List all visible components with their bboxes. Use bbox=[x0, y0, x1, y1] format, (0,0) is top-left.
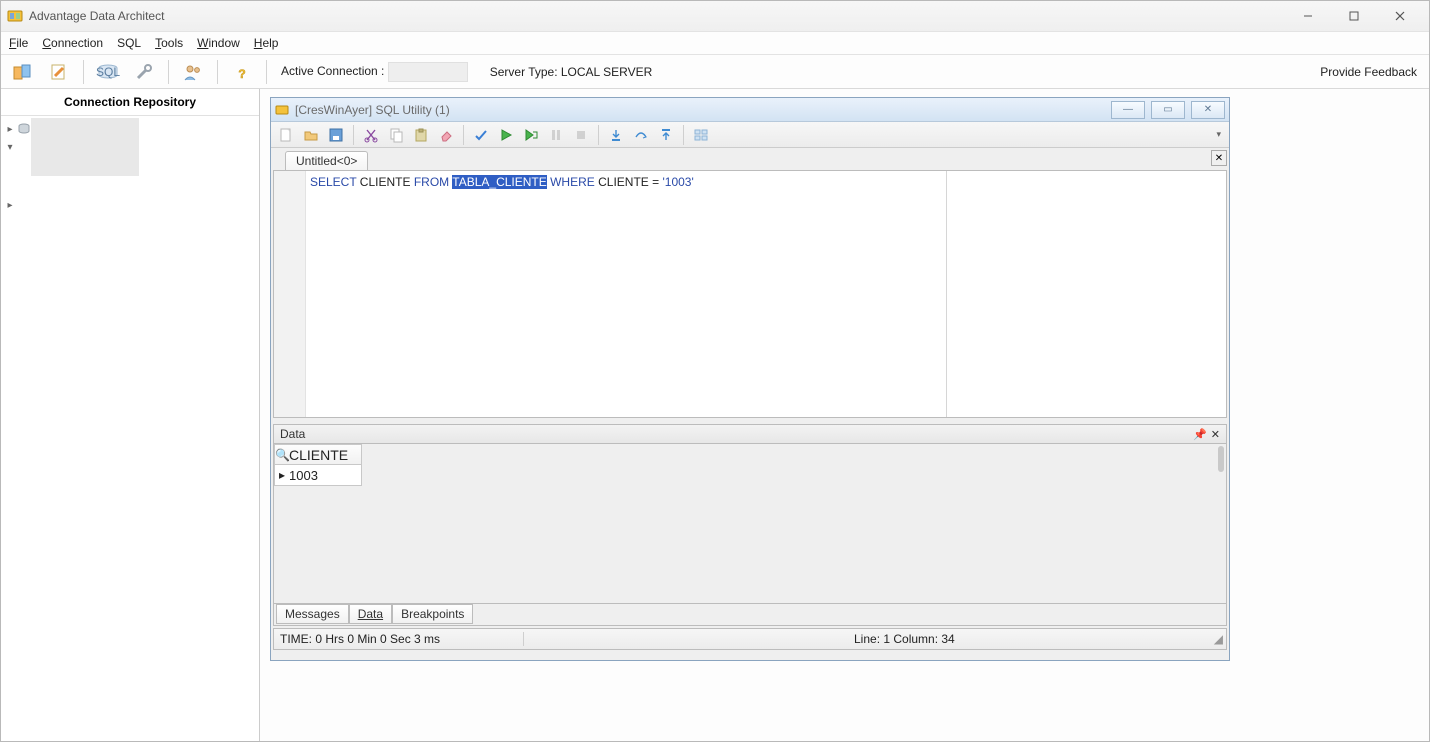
pause-icon[interactable] bbox=[545, 124, 567, 146]
toolbar-new-connection-icon[interactable] bbox=[7, 58, 39, 86]
step-over-icon[interactable] bbox=[630, 124, 652, 146]
result-grid[interactable]: 🔍 CLIENTE ▸ 1003 bbox=[274, 444, 362, 486]
chevron-right-icon[interactable]: ▸ bbox=[5, 200, 15, 211]
search-icon[interactable]: 🔍 bbox=[275, 448, 289, 462]
sql-utility-window: [CresWinAyer] SQL Utility (1) — ▭ ✕ bbox=[270, 97, 1230, 661]
editor-gutter bbox=[274, 171, 306, 417]
open-file-icon[interactable] bbox=[300, 124, 322, 146]
toolbar-users-icon[interactable] bbox=[177, 58, 209, 86]
result-column-header[interactable]: 🔍 CLIENTE bbox=[275, 445, 361, 465]
check-syntax-icon[interactable] bbox=[470, 124, 492, 146]
minimize-button[interactable] bbox=[1285, 1, 1331, 31]
toolbar-tools-icon[interactable] bbox=[128, 58, 160, 86]
child-app-icon bbox=[275, 103, 289, 117]
paste-icon[interactable] bbox=[410, 124, 432, 146]
new-file-icon[interactable] bbox=[275, 124, 297, 146]
cut-icon[interactable] bbox=[360, 124, 382, 146]
maximize-button[interactable] bbox=[1331, 1, 1377, 31]
child-title-text: [CresWinAyer] SQL Utility (1) bbox=[295, 103, 450, 117]
status-cursor-pos: Line: 1 Column: 34 bbox=[848, 632, 1210, 646]
editor-margin-line bbox=[946, 171, 947, 417]
sql-editor[interactable]: SELECT CLIENTE FROM TABLA_CLIENTE WHERE … bbox=[273, 170, 1227, 418]
menu-help[interactable]: Help bbox=[254, 36, 279, 50]
sidebar-title: Connection Repository bbox=[1, 89, 259, 116]
chevron-right-icon[interactable]: ▸ bbox=[5, 124, 15, 135]
options-icon[interactable] bbox=[690, 124, 712, 146]
child-close-button[interactable]: ✕ bbox=[1191, 101, 1225, 119]
child-titlebar: [CresWinAyer] SQL Utility (1) — ▭ ✕ bbox=[271, 98, 1229, 122]
pin-icon[interactable]: 📌 bbox=[1193, 428, 1207, 441]
tree-item-collapsed-2[interactable]: ▸ bbox=[3, 196, 257, 214]
menu-file[interactable]: File bbox=[9, 36, 28, 50]
server-type-label: Server Type: LOCAL SERVER bbox=[490, 65, 653, 79]
panel-close-icon[interactable]: ✕ bbox=[1211, 428, 1220, 441]
menu-sql[interactable]: SQL bbox=[117, 36, 141, 50]
result-row[interactable]: ▸ 1003 bbox=[275, 465, 361, 485]
data-scrollbar[interactable] bbox=[1218, 446, 1224, 472]
titlebar: Advantage Data Architect bbox=[1, 1, 1429, 31]
active-connection-value[interactable] bbox=[388, 62, 468, 82]
provide-feedback-link[interactable]: Provide Feedback bbox=[1320, 65, 1417, 79]
child-maximize-button[interactable]: ▭ bbox=[1151, 101, 1185, 119]
toolbar-overflow-icon[interactable]: ▾ bbox=[1216, 129, 1225, 140]
data-panel-header: Data 📌 ✕ bbox=[273, 424, 1227, 444]
copy-icon[interactable] bbox=[385, 124, 407, 146]
selected-text: TABLA_CLIENTE bbox=[452, 175, 546, 189]
editor-tab-untitled[interactable]: Untitled<0> bbox=[285, 151, 368, 170]
editor-code[interactable]: SELECT CLIENTE FROM TABLA_CLIENTE WHERE … bbox=[306, 171, 1226, 417]
menu-connection[interactable]: Connection bbox=[42, 36, 103, 50]
erase-icon[interactable] bbox=[435, 124, 457, 146]
menu-window[interactable]: Window bbox=[197, 36, 240, 50]
step-into-icon[interactable] bbox=[605, 124, 627, 146]
status-time: TIME: 0 Hrs 0 Min 0 Sec 3 ms bbox=[274, 632, 524, 646]
tab-messages[interactable]: Messages bbox=[276, 604, 349, 624]
editor-tab-strip: Untitled<0> ✕ bbox=[271, 148, 1229, 170]
tab-breakpoints[interactable]: Breakpoints bbox=[392, 604, 473, 624]
run-icon[interactable] bbox=[495, 124, 517, 146]
stop-icon[interactable] bbox=[570, 124, 592, 146]
data-panel-title: Data bbox=[280, 427, 305, 441]
main-toolbar: SQL ? Active Connection : Server Type: L… bbox=[1, 55, 1429, 89]
database-icon bbox=[17, 122, 31, 136]
save-icon[interactable] bbox=[325, 124, 347, 146]
active-connection-label: Active Connection : bbox=[281, 62, 468, 82]
connection-tree: ▸ ADTDemoData ▾ ▸ bbox=[1, 116, 259, 218]
resize-grip-icon[interactable]: ◢ bbox=[1210, 632, 1226, 646]
toolbar-sql-icon[interactable]: SQL bbox=[92, 58, 124, 86]
bottom-tab-strip: Messages Data Breakpoints bbox=[273, 604, 1227, 626]
row-pointer-icon: ▸ bbox=[275, 468, 289, 482]
menubar: File Connection SQL Tools Window Help bbox=[1, 31, 1429, 55]
workspace: [CresWinAyer] SQL Utility (1) — ▭ ✕ bbox=[260, 89, 1429, 741]
app-title: Advantage Data Architect bbox=[29, 9, 164, 23]
body: Connection Repository ▸ ADTDemoData ▾ ▸ bbox=[1, 89, 1429, 741]
menu-tools[interactable]: Tools bbox=[155, 36, 183, 50]
app-window: Advantage Data Architect File Connection… bbox=[0, 0, 1430, 742]
toolbar-help-icon[interactable]: ? bbox=[226, 58, 258, 86]
tree-selection-area[interactable] bbox=[31, 118, 139, 176]
child-minimize-button[interactable]: — bbox=[1111, 101, 1145, 119]
tab-close-button[interactable]: ✕ bbox=[1211, 150, 1227, 166]
svg-text:SQL: SQL bbox=[96, 65, 120, 79]
svg-text:?: ? bbox=[238, 67, 245, 81]
chevron-down-icon[interactable]: ▾ bbox=[5, 142, 15, 153]
child-statusbar: TIME: 0 Hrs 0 Min 0 Sec 3 ms Line: 1 Col… bbox=[273, 628, 1227, 650]
step-out-icon[interactable] bbox=[655, 124, 677, 146]
run-step-icon[interactable] bbox=[520, 124, 542, 146]
tab-data[interactable]: Data bbox=[349, 604, 392, 624]
sidebar: Connection Repository ▸ ADTDemoData ▾ ▸ bbox=[1, 89, 260, 741]
close-button[interactable] bbox=[1377, 1, 1423, 31]
app-icon bbox=[7, 8, 23, 24]
sql-toolbar: ▾ bbox=[271, 122, 1229, 148]
tree-item-collapsed-1[interactable]: ▾ bbox=[3, 138, 257, 156]
toolbar-edit-icon[interactable] bbox=[43, 58, 75, 86]
data-panel: 🔍 CLIENTE ▸ 1003 bbox=[273, 444, 1227, 604]
